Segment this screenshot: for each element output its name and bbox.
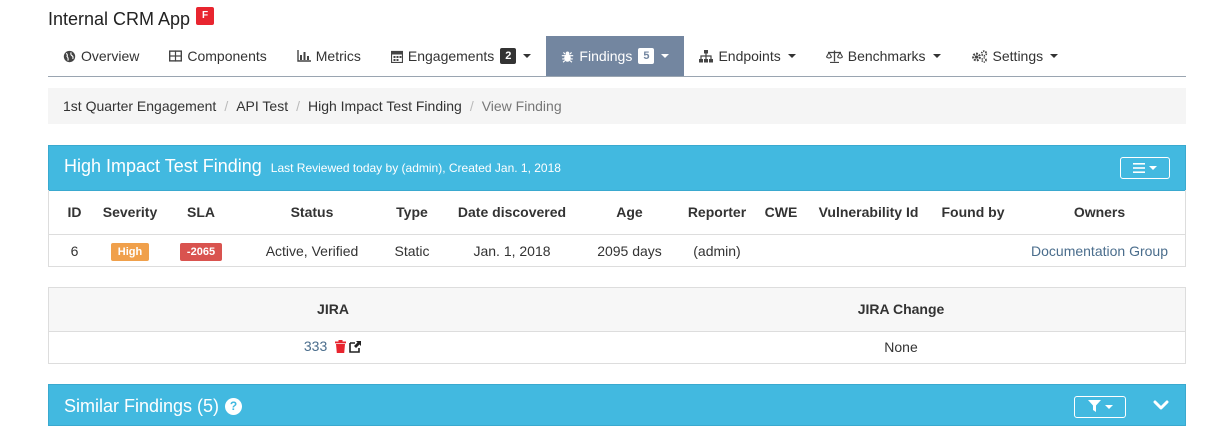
jira-change-value: None <box>884 339 918 356</box>
engagements-count-badge: 2 <box>500 48 517 64</box>
finding-found-by <box>932 234 1014 266</box>
nav-metrics[interactable]: Metrics <box>282 36 376 76</box>
breadcrumb: 1st Quarter Engagement / API Test / High… <box>48 88 1186 124</box>
jira-cell: 333 <box>49 331 617 363</box>
main-nav: Overview Components Metrics Engagements … <box>48 36 1186 77</box>
finding-cwe <box>757 234 805 266</box>
calendar-icon <box>390 50 403 63</box>
breadcrumb-separator: / <box>469 98 474 114</box>
table-header-row: JIRA JIRA Change <box>49 288 1185 331</box>
table-row: 333 None <box>49 331 1185 363</box>
nav-settings[interactable]: Settings <box>956 36 1074 76</box>
sla-cell: -2065 <box>160 234 242 266</box>
sitemap-icon <box>699 49 714 63</box>
nav-engagements[interactable]: Engagements 2 <box>376 36 547 76</box>
chevron-down-icon <box>661 54 670 58</box>
sla-badge: -2065 <box>179 242 223 261</box>
finding-date-discovered: Jan. 1, 2018 <box>473 243 551 260</box>
finding-status: Active, Verified <box>265 243 359 260</box>
nav-components-label: Components <box>187 48 267 64</box>
collapse-chevron-icon[interactable] <box>1152 396 1170 414</box>
breadcrumb-current: View Finding <box>481 98 562 114</box>
nav-engagements-label: Engagements <box>407 48 495 64</box>
column-header: Owners <box>1073 203 1126 220</box>
similar-findings-panel-header: Similar Findings (5) ? <box>48 384 1186 426</box>
finding-actions-menu-button[interactable] <box>1120 157 1170 179</box>
column-header: Status <box>290 203 334 220</box>
app-header: Internal CRM App F <box>48 7 215 30</box>
finding-id: 6 <box>70 243 79 260</box>
column-header: Vulnerability Id <box>818 203 919 220</box>
nav-endpoints-label: Endpoints <box>718 48 781 64</box>
nav-overview-label: Overview <box>81 48 140 64</box>
menu-icon <box>1133 160 1145 176</box>
breadcrumb-test[interactable]: API Test <box>236 98 288 114</box>
column-header: Type <box>396 203 428 220</box>
filter-icon <box>1087 399 1101 415</box>
chevron-down-icon <box>787 54 796 58</box>
finding-reporter: (admin) <box>693 243 741 260</box>
breadcrumb-separator: / <box>296 98 300 114</box>
nav-benchmarks-label: Benchmarks <box>847 48 926 64</box>
column-header: Found by <box>941 203 1005 220</box>
chevron-down-icon <box>1050 54 1059 58</box>
finding-panel-header: High Impact Test Finding Last Reviewed t… <box>48 145 1186 191</box>
column-header: JIRA <box>317 301 349 318</box>
table-header-row: ID Severity SLA Status Type Date discove… <box>49 190 1185 234</box>
severity-cell: High <box>100 234 160 266</box>
table-row: 6 High -2065 Active, Verified Static Jan… <box>49 234 1185 266</box>
similar-findings-title-row: Similar Findings (5) ? <box>64 396 243 417</box>
bar-chart-icon <box>297 50 311 62</box>
nav-components[interactable]: Components <box>154 36 281 76</box>
column-header: Date discovered <box>457 203 567 220</box>
nav-findings[interactable]: Findings 5 <box>546 36 685 76</box>
finding-age: 2095 days <box>597 243 662 260</box>
owners-cell: Documentation Group <box>1014 234 1185 266</box>
help-icon[interactable]: ? <box>225 398 243 415</box>
column-header: Reporter <box>687 203 747 220</box>
nav-benchmarks[interactable]: Benchmarks <box>811 36 956 76</box>
breadcrumb-engagement[interactable]: 1st Quarter Engagement <box>63 98 216 114</box>
nav-settings-label: Settings <box>992 48 1044 64</box>
finding-vulnerability-id <box>805 234 932 266</box>
chevron-down-icon <box>1104 405 1113 409</box>
nav-findings-label: Findings <box>579 48 633 64</box>
nav-overview[interactable]: Overview <box>48 36 154 76</box>
owner-link[interactable]: Documentation Group <box>1031 243 1168 259</box>
column-header: ID <box>67 203 82 220</box>
chevron-down-icon <box>932 54 941 58</box>
bug-icon <box>561 50 574 63</box>
column-header: SLA <box>187 203 215 220</box>
column-header: Severity <box>102 203 158 220</box>
app-badge-icon[interactable]: F <box>196 7 215 25</box>
finding-details-table: ID Severity SLA Status Type Date discove… <box>48 190 1186 267</box>
finding-title-row: High Impact Test Finding Last Reviewed t… <box>64 156 561 177</box>
trash-icon[interactable] <box>335 340 347 356</box>
globe-icon <box>63 50 76 63</box>
finding-type: Static <box>394 243 430 260</box>
jira-issue-link[interactable]: 333 <box>304 338 327 354</box>
finding-title: High Impact Test Finding <box>64 156 262 176</box>
column-header: CWE <box>764 203 798 220</box>
similar-findings-title: Similar Findings (5) <box>64 396 220 416</box>
table-icon <box>169 50 183 62</box>
jira-table: JIRA JIRA Change 333 None <box>48 287 1186 364</box>
nav-endpoints[interactable]: Endpoints <box>684 36 810 76</box>
severity-badge: High <box>110 242 150 261</box>
nav-metrics-label: Metrics <box>315 48 361 64</box>
app-title: Internal CRM App <box>48 9 191 29</box>
chevron-down-icon <box>1149 166 1157 170</box>
filter-button[interactable] <box>1074 396 1126 418</box>
findings-count-badge: 5 <box>638 48 655 64</box>
chevron-down-icon <box>523 54 532 58</box>
finding-subtitle: Last Reviewed today by (admin), Created … <box>270 161 561 175</box>
external-link-icon[interactable] <box>349 340 362 356</box>
breadcrumb-separator: / <box>224 98 229 114</box>
breadcrumb-finding[interactable]: High Impact Test Finding <box>308 98 462 114</box>
column-header: Age <box>616 203 643 220</box>
balance-scale-icon <box>825 50 843 63</box>
column-header: JIRA Change <box>857 301 945 318</box>
cogs-icon <box>971 49 988 63</box>
